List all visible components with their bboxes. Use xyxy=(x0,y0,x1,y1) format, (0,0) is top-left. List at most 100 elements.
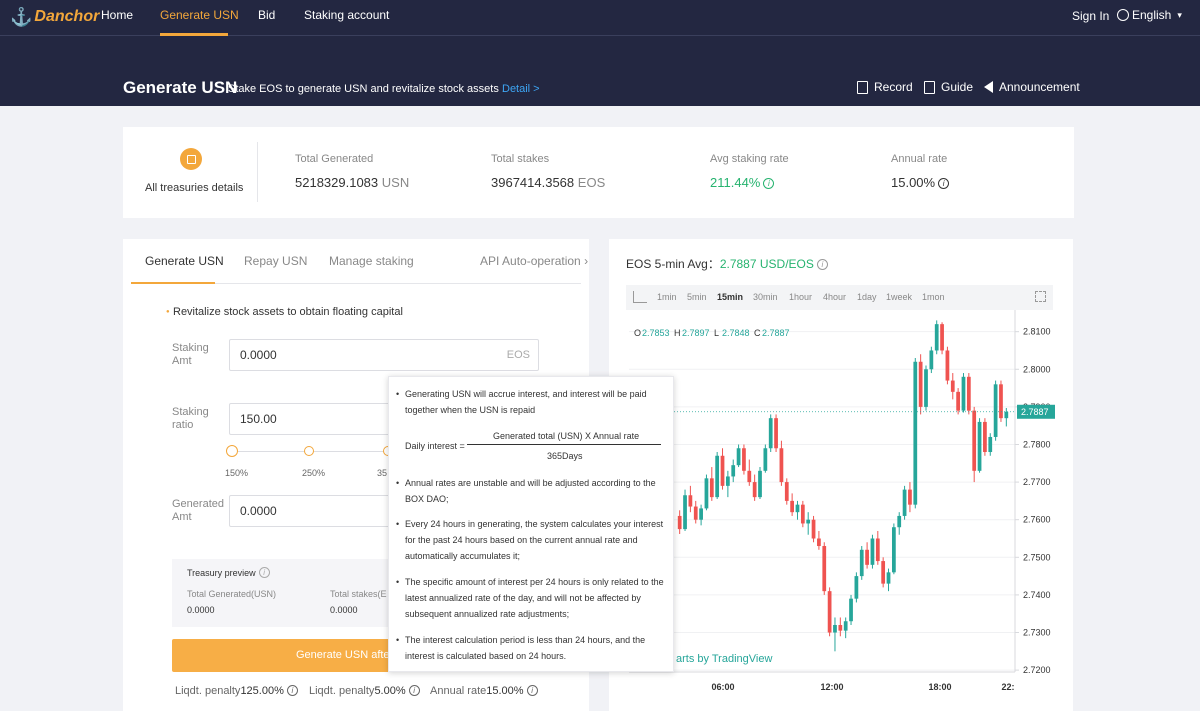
api-auto-operation-link[interactable]: API Auto-operation › xyxy=(480,254,588,268)
candle-body xyxy=(822,546,827,592)
chevron-right-icon: › xyxy=(580,254,589,268)
candle-body xyxy=(945,350,950,381)
sign-in-link[interactable]: Sign In xyxy=(1072,9,1109,23)
candle-body xyxy=(966,376,971,411)
liqdt-penalty-ratio: Liqdt. penalty125.00% i xyxy=(175,685,298,697)
candle-body xyxy=(983,421,987,453)
guide-link[interactable]: Guide xyxy=(924,80,973,94)
slider-label: 250% xyxy=(302,468,326,478)
candle-body xyxy=(736,448,741,466)
candle-body xyxy=(918,361,923,407)
info-icon[interactable]: i xyxy=(286,685,298,696)
preview-total-stakes-value: 0.0000 xyxy=(330,605,358,615)
slider-stop[interactable] xyxy=(304,446,314,456)
announcement-link[interactable]: Announcement xyxy=(984,80,1080,94)
candle-body xyxy=(870,538,875,565)
annual-rate-footer: Annual rate15.00% i xyxy=(430,685,538,697)
tab-repay-usn[interactable]: Repay USN xyxy=(244,254,307,268)
ohlc-key: O xyxy=(634,328,641,338)
nav-staking-account[interactable]: Staking account xyxy=(304,8,389,22)
candle-body xyxy=(1004,411,1009,419)
candle-body xyxy=(924,369,928,407)
candle-body xyxy=(747,470,752,483)
interest-tooltip: Generating USN will accrue interest, and… xyxy=(388,376,674,672)
total-generated-value: 5218329.1083 USN xyxy=(295,175,410,190)
main-nav: ⚓ Danchor Home Generate USN Bid Staking … xyxy=(0,0,1200,36)
candle-body xyxy=(886,572,891,584)
interval-1min[interactable]: 1min xyxy=(657,292,677,302)
candle-body xyxy=(881,561,886,584)
detail-link[interactable]: Detail > xyxy=(502,83,540,95)
fullscreen-icon[interactable] xyxy=(1035,291,1046,302)
candle-body xyxy=(897,515,902,528)
tradingview-attribution[interactable]: arts by TradingView xyxy=(676,653,772,665)
candle-body xyxy=(913,361,918,505)
info-icon[interactable]: i xyxy=(763,178,775,189)
ohlc-key: C xyxy=(754,328,761,338)
formula-divider xyxy=(467,444,661,445)
tooltip-item: Annual rates are unstable and will be ad… xyxy=(396,475,669,507)
interval-1week[interactable]: 1week xyxy=(886,292,912,302)
interval-15min[interactable]: 15min xyxy=(717,292,743,302)
info-icon[interactable]: i xyxy=(526,685,538,696)
tooltip-item: The interest calculation period is less … xyxy=(396,632,669,664)
total-generated-label: Total Generated xyxy=(295,153,374,165)
slider-handle[interactable] xyxy=(226,445,238,457)
candle-body xyxy=(859,549,864,577)
staking-amt-input[interactable]: 0.0000 EOS xyxy=(229,339,539,371)
y-tick-label: 2.7600 xyxy=(1023,515,1051,525)
candle-body xyxy=(774,418,778,449)
formula-denominator: 365Days xyxy=(547,451,583,461)
nav-generate-usn[interactable]: Generate USN xyxy=(160,8,239,22)
candle-body xyxy=(902,489,907,516)
formula-label: Daily interest = xyxy=(405,441,465,451)
interval-1mon[interactable]: 1mon xyxy=(922,292,945,302)
treasury-icon[interactable] xyxy=(180,148,202,170)
info-icon[interactable]: i xyxy=(408,685,420,696)
y-tick-label: 2.7700 xyxy=(1023,477,1051,487)
candle-body xyxy=(790,500,795,513)
y-tick-label: 2.7400 xyxy=(1023,590,1051,600)
guide-label: Guide xyxy=(941,80,974,94)
tab-manage-staking[interactable]: Manage staking xyxy=(329,254,414,268)
candle-body xyxy=(763,448,768,471)
info-icon[interactable]: i xyxy=(816,259,828,270)
top-header: ⚓ Danchor Home Generate USN Bid Staking … xyxy=(0,0,1200,106)
nav-home[interactable]: Home xyxy=(101,8,133,22)
total-stakes-label: Total stakes xyxy=(491,153,550,165)
formula-numerator: Generated total (USN) X Annual rate xyxy=(493,431,640,441)
info-icon[interactable]: i xyxy=(258,567,270,578)
language-selector[interactable]: English ▾ xyxy=(1117,8,1182,22)
generated-amt-label: Generated Amt xyxy=(172,498,224,523)
y-tick-label: 2.8100 xyxy=(1023,327,1051,337)
candle-body xyxy=(688,495,693,507)
language-label: English xyxy=(1132,8,1172,22)
globe-icon xyxy=(1117,9,1129,21)
interval-30min[interactable]: 30min xyxy=(753,292,778,302)
candle-body xyxy=(725,476,730,486)
info-bullet: Revitalize stock assets to obtain floati… xyxy=(166,306,403,318)
candle-body xyxy=(854,576,859,599)
candle-body xyxy=(693,506,698,520)
candle-body xyxy=(811,519,816,539)
nav-active-indicator xyxy=(160,33,228,36)
tooltip-item: The specific amount of interest per 24 h… xyxy=(396,574,669,622)
avg-staking-rate-label: Avg staking rate xyxy=(710,153,789,165)
candlestick-chart[interactable]: 2.81002.80002.79002.78002.77002.76002.75… xyxy=(609,310,1073,690)
interval-4hour[interactable]: 4hour xyxy=(823,292,846,302)
nav-bid[interactable]: Bid xyxy=(258,8,275,22)
tab-generate-usn[interactable]: Generate USN xyxy=(145,254,224,268)
interval-1day[interactable]: 1day xyxy=(857,292,877,302)
candle-body xyxy=(988,436,993,453)
interval-5min[interactable]: 5min xyxy=(687,292,707,302)
preview-total-stakes-label: Total stakes(E xyxy=(330,589,387,599)
candle-body xyxy=(806,519,811,524)
all-treasuries-link[interactable]: All treasuries details xyxy=(145,182,243,194)
record-link[interactable]: Record xyxy=(857,80,913,94)
candle-body xyxy=(950,380,955,392)
chart-type-icon[interactable] xyxy=(633,291,647,303)
interval-1hour[interactable]: 1hour xyxy=(789,292,812,302)
info-icon[interactable]: i xyxy=(938,178,950,189)
logo[interactable]: ⚓ Danchor xyxy=(10,6,99,28)
avg-staking-rate-value: 211.44% i xyxy=(710,175,775,190)
